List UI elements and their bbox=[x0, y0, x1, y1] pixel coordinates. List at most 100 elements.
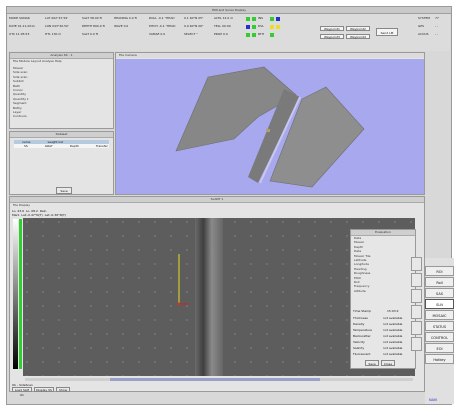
evaluation-row-label: Density bbox=[353, 322, 365, 326]
waypoint1-button[interactable]: Waypoint1 bbox=[320, 26, 344, 31]
status-light bbox=[252, 33, 256, 37]
evaluation-details: Data Mosaic Depth Date Mosaic Tile Latitude Lo… bbox=[351, 236, 415, 293]
status-light bbox=[246, 33, 250, 37]
evaluation-row-value: not available bbox=[383, 322, 403, 326]
pitch-text: PITCH -0.1 °HEAD bbox=[149, 24, 176, 28]
view3d-menu[interactable]: File Camera bbox=[116, 53, 424, 58]
right-panel-item[interactable]: CONTROL bbox=[425, 332, 454, 342]
info-panel: MODE SONAR DATE 01.11.2011 UTC 11:05:53 … bbox=[8, 14, 450, 51]
right-panel-item[interactable]: Roll bbox=[425, 277, 454, 287]
dataset-window: Dataset name weight list SS GRAY Depth T… bbox=[9, 131, 114, 195]
rth-flag: RTH bbox=[258, 32, 264, 36]
altil-text: ALTIL 12.0 m bbox=[214, 16, 234, 20]
status-light bbox=[270, 33, 274, 37]
lon-text: LON 043°40.50' bbox=[45, 24, 69, 28]
evaluation-row-label: Fluorescent bbox=[353, 352, 371, 356]
analysis-menu[interactable]: File Module Layout Analyse Help bbox=[10, 59, 113, 64]
evaluation-row-value: not available bbox=[383, 340, 403, 344]
side-widget[interactable] bbox=[411, 337, 422, 351]
evaluation-row-value: not available bbox=[383, 316, 403, 320]
gps-value: - - bbox=[435, 24, 439, 28]
waypoint3-button[interactable]: Waypoint3 bbox=[320, 34, 344, 39]
right-panel-item[interactable]: SAS bbox=[425, 288, 454, 298]
dataset-title: Dataset bbox=[10, 132, 113, 138]
right-panel-item[interactable]: Hotkey bbox=[425, 354, 454, 364]
system-label: SYSTEM bbox=[418, 16, 430, 20]
vamae-text: VAMAE 0.0 bbox=[149, 32, 166, 36]
evaluation-rows: Thickness not available Density not availab… bbox=[353, 316, 415, 358]
display-ss-button[interactable]: Display SS bbox=[34, 387, 54, 392]
ins-flag: INS bbox=[258, 16, 264, 20]
right-panel-item[interactable]: ROI bbox=[425, 266, 454, 276]
evaluation-row-label: Salinity bbox=[353, 346, 365, 350]
load-slm-button[interactable]: Load SLM 01 bbox=[12, 387, 32, 397]
evaluation-row-value: not available bbox=[383, 352, 403, 356]
side-widget[interactable] bbox=[411, 273, 422, 287]
utc-text: UTC 11:05:53 bbox=[9, 32, 30, 36]
horizontal-scrollbar[interactable] bbox=[25, 378, 413, 381]
right-panel-item[interactable]: EOI bbox=[425, 343, 454, 353]
acous-value: - - bbox=[435, 32, 439, 36]
side-widget[interactable] bbox=[411, 321, 422, 335]
side-widget[interactable] bbox=[411, 257, 422, 271]
heading-text: HEADING 0.0 ft bbox=[114, 16, 137, 20]
time-stamp-row: Time Stamp 15:03:2 bbox=[353, 309, 399, 313]
sidescan-header: Lo. 43.6 Lo. 08.2 Rain Mark Lat:-0.47°N(… bbox=[12, 209, 67, 217]
side-widget[interactable] bbox=[411, 305, 422, 319]
evaluation-row-label: Temperature bbox=[353, 328, 373, 332]
pos2-text: 0.9 60°N 06° bbox=[184, 24, 204, 28]
tell-text: TELL 00:00 bbox=[214, 24, 231, 28]
evaluation-row-value: not available bbox=[383, 334, 403, 338]
status-light bbox=[252, 25, 256, 29]
sidescan-window: SLANT 1 File Display Lo. 43.6 Lo. 08.2 R… bbox=[9, 196, 425, 397]
marker bbox=[266, 129, 270, 132]
sidescan-menu[interactable]: File Display bbox=[10, 203, 424, 208]
htl-text: HTL 130 m bbox=[45, 32, 62, 36]
wave-text: WAVE 0.0 bbox=[114, 24, 129, 28]
analysis-list[interactable]: Mosaic Side scan Side scan Subbot Bath Cursor… bbox=[10, 66, 113, 119]
status-light bbox=[276, 17, 280, 21]
salt-text: SALT 38.00 ft bbox=[82, 16, 102, 20]
send-button[interactable]: Send LM bbox=[376, 28, 398, 36]
cursor-point bbox=[177, 302, 181, 306]
trench-track bbox=[195, 218, 223, 376]
seafloor-3d-view[interactable] bbox=[116, 59, 424, 194]
mode-text: MODE SONAR bbox=[9, 16, 30, 20]
evaluation-row-label: Velocity bbox=[353, 340, 365, 344]
analysis-list-item[interactable]: Contours bbox=[10, 114, 113, 118]
roll-text: ROLL -0.1 °HEAD bbox=[149, 16, 175, 20]
scrollbar-thumb[interactable] bbox=[110, 378, 320, 381]
right-panel-footer: NAVI bbox=[429, 398, 438, 402]
evaluation-close-button[interactable]: Close bbox=[381, 360, 395, 366]
show-button[interactable]: Show bbox=[56, 387, 70, 392]
grayscale-colorbar bbox=[13, 219, 18, 369]
status-light bbox=[270, 17, 274, 21]
status-light bbox=[270, 25, 274, 29]
evaluation-row-label: Thickness bbox=[353, 316, 368, 320]
status-light bbox=[246, 17, 250, 21]
lat-text: LAT 002°47.59' bbox=[45, 16, 68, 20]
waypoint2-button[interactable]: Waypoint2 bbox=[346, 26, 370, 31]
right-panel: ROI Roll SAS SLN MOSAIC STATUS CONTROL EOI Hotke… bbox=[425, 258, 454, 404]
status-light bbox=[252, 17, 256, 21]
prop-text: PROP 0.0 bbox=[214, 32, 228, 36]
gps-label: GPS bbox=[418, 24, 425, 28]
window-title: HMI and Sonar Display bbox=[7, 7, 451, 14]
evaluation-save-button[interactable]: Save bbox=[365, 360, 379, 366]
dvl-flag: DVL bbox=[258, 24, 264, 28]
acous-label: ACOUS bbox=[418, 32, 429, 36]
evaluation-row: Fluorescent not available bbox=[353, 352, 415, 358]
salt2-text: SALT 0.0 ft bbox=[82, 32, 98, 36]
evaluation-window: Evaluation Data Mosaic Depth Date Mosaic Til… bbox=[350, 229, 416, 369]
view3d-window: File Camera bbox=[115, 52, 425, 195]
main-window: HMI and Sonar Display MODE SONAR DATE 01… bbox=[6, 6, 454, 405]
right-panel-item[interactable]: MOSAIC bbox=[425, 310, 454, 320]
dataset-row[interactable]: SS GRAY Depth Transfer bbox=[14, 144, 109, 148]
side-widget[interactable] bbox=[411, 289, 422, 303]
right-panel-item[interactable]: SLN bbox=[425, 299, 454, 309]
waypoint4-button[interactable]: Waypoint4 bbox=[346, 34, 370, 39]
system-value: 77 bbox=[435, 16, 439, 20]
evaluation-row-value: not available bbox=[383, 346, 403, 350]
dataset-save-button[interactable]: Save bbox=[56, 187, 72, 194]
right-panel-item[interactable]: STATUS bbox=[425, 321, 454, 331]
